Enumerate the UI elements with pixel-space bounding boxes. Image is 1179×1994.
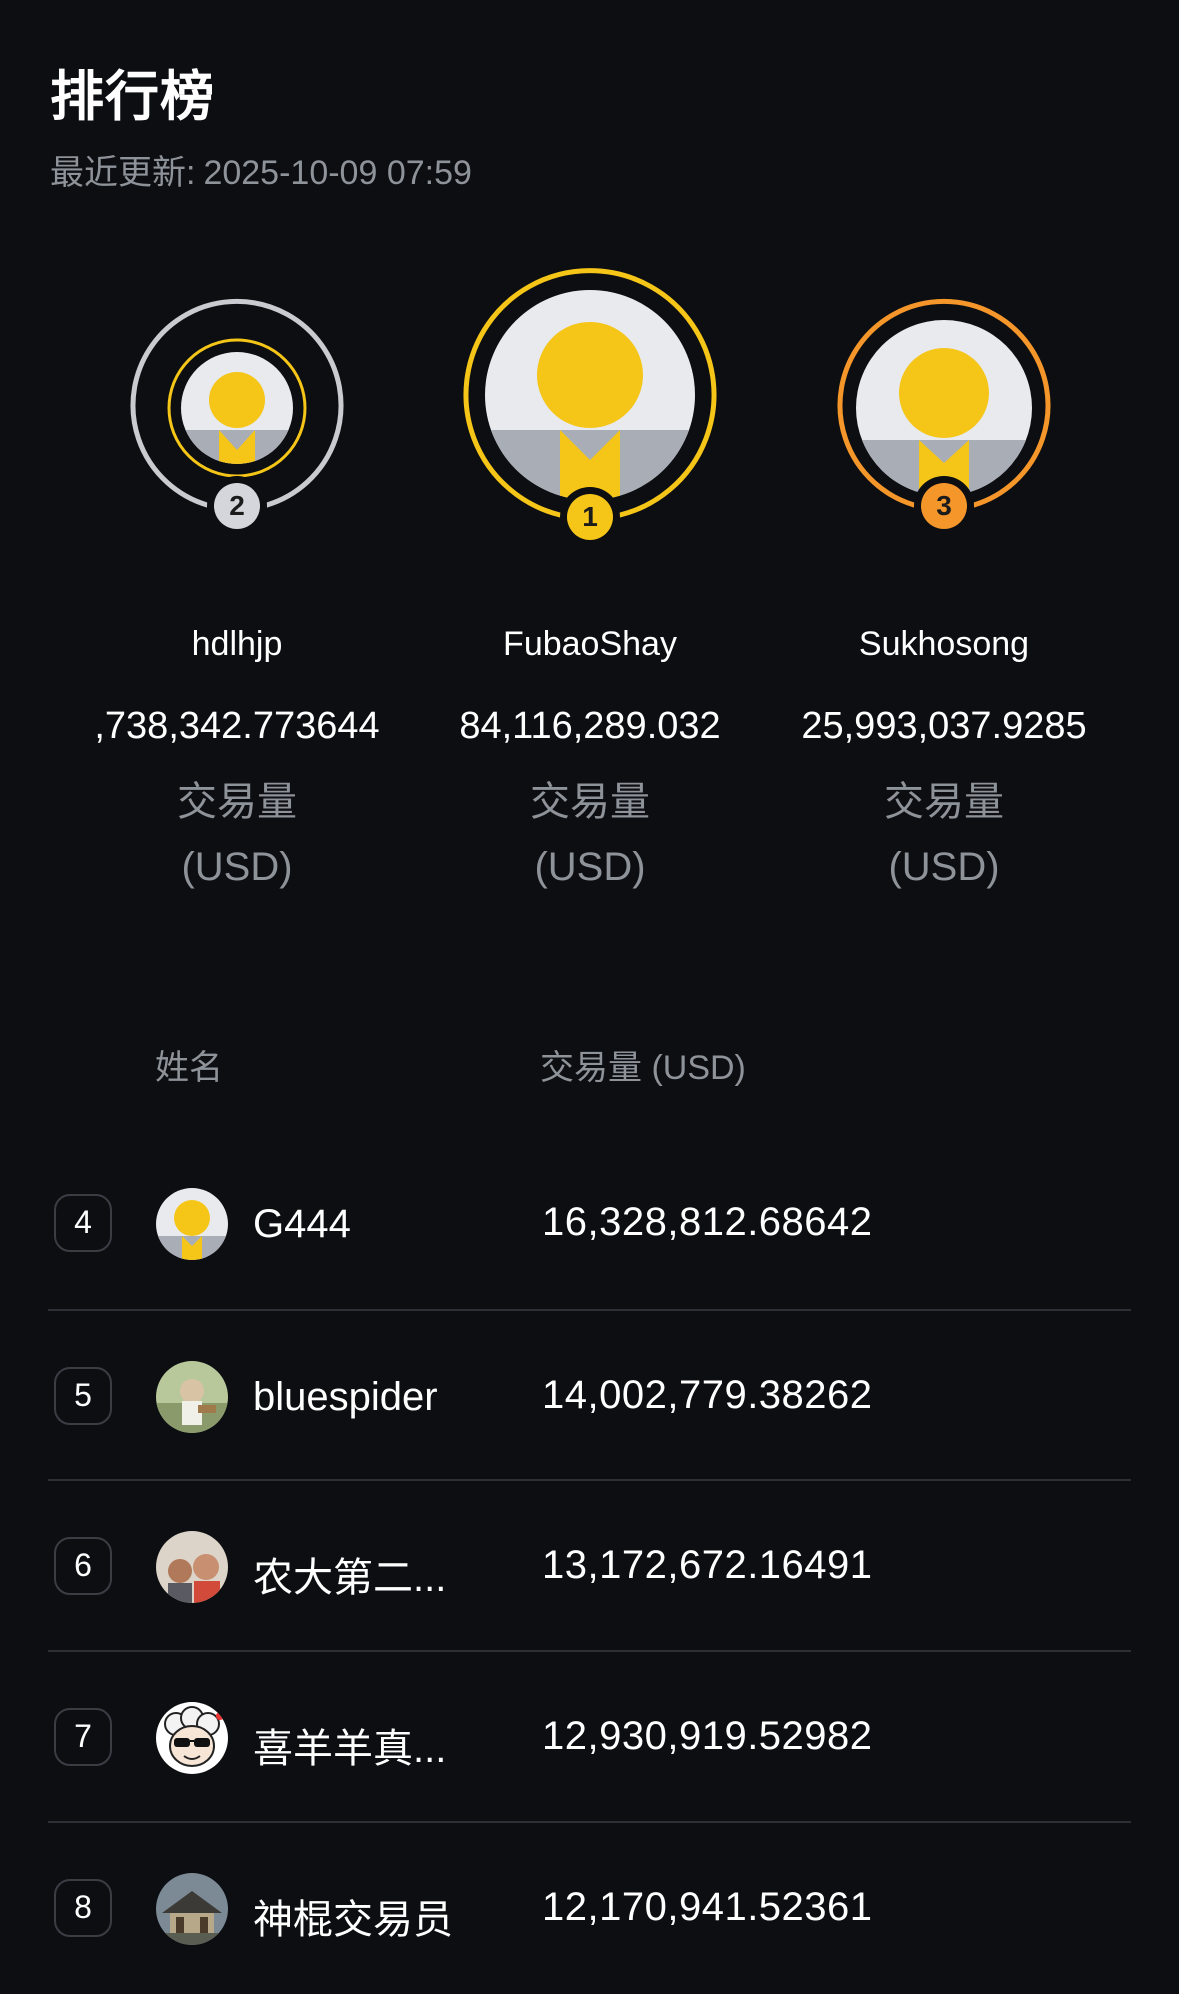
- user-volume: 12,930,919.52982: [542, 1713, 873, 1758]
- podium-volume: ,738,342.773644: [94, 705, 380, 747]
- user-volume: 16,328,812.68642: [542, 1199, 873, 1244]
- user-avatar: [156, 1530, 228, 1603]
- cartoon-sheep-avatar-icon: [156, 1701, 228, 1774]
- last-updated-time: 2025-10-09 07:59: [203, 154, 472, 192]
- rank-number: 4: [54, 1193, 112, 1252]
- user-name: G444: [253, 1201, 351, 1246]
- podium-rank-2[interactable]: 2 hdlhjp ,738,342.773644 交易量 (USD): [72, 260, 402, 889]
- rank-number: 8: [54, 1878, 112, 1937]
- user-name: 神棍交易员: [253, 1897, 453, 1942]
- user-avatar: [156, 1187, 228, 1260]
- user-volume: 14,002,779.38262: [542, 1372, 873, 1417]
- podium-volume-label: 交易量 (USD): [530, 780, 650, 889]
- podium-rank-3[interactable]: 3 Sukhosong 25,993,037.9285 交易量 (USD): [779, 260, 1109, 889]
- podium-volume-label: 交易量 (USD): [884, 780, 1004, 889]
- podium-volume-label: 交易量 (USD): [177, 780, 297, 889]
- default-avatar-icon: [156, 1187, 228, 1260]
- user-avatar: [156, 1360, 228, 1433]
- podium-name: hdlhjp: [191, 625, 283, 663]
- leaderboard-row[interactable]: 7 喜羊羊真... 12,930,919.52982: [48, 1652, 1131, 1823]
- user-name: 喜羊羊真...: [253, 1726, 447, 1771]
- rank-badge: 3: [914, 476, 974, 536]
- leaderboard-row[interactable]: 4 G444 16,328,812.68642: [48, 1138, 1131, 1309]
- user-avatar: [156, 1872, 228, 1945]
- last-updated-label: 最近更新:: [50, 154, 196, 192]
- rank-number: 5: [54, 1366, 112, 1425]
- user-avatar: [156, 1701, 228, 1774]
- podium-name: Sukhosong: [858, 625, 1030, 663]
- column-header-volume: 交易量 (USD): [540, 1049, 746, 1087]
- user-name: bluespider: [253, 1374, 438, 1419]
- rank-number: 7: [54, 1707, 112, 1766]
- podium-volume: 25,993,037.9285: [801, 705, 1087, 747]
- user-name: 农大第二...: [253, 1555, 447, 1600]
- column-header-name: 姓名: [155, 1049, 223, 1087]
- photo-avatar-icon: [156, 1530, 228, 1603]
- default-avatar-icon: [485, 290, 695, 500]
- photo-avatar-icon: [156, 1360, 228, 1433]
- default-avatar-icon: [856, 320, 1032, 496]
- user-volume: 13,172,672.16491: [542, 1542, 873, 1587]
- user-volume: 12,170,941.52361: [542, 1884, 873, 1929]
- rank-badge: 2: [207, 476, 267, 536]
- photo-avatar-icon: [156, 1872, 228, 1945]
- podium-name: FubaoShay: [503, 625, 677, 663]
- leaderboard-row[interactable]: 6 农大第二... 13,172,672.16491: [48, 1481, 1131, 1652]
- leaderboard-row[interactable]: 8 神棍交易员 12,170,941.52361: [48, 1823, 1131, 1994]
- rank-number: 6: [54, 1536, 112, 1595]
- rank-badge: 1: [560, 487, 620, 547]
- podium-volume: 84,116,289.032: [459, 705, 721, 747]
- page-title: 排行榜: [50, 67, 215, 127]
- podium-rank-1[interactable]: 1 FubaoShay 84,116,289.032 交易量 (USD): [425, 260, 755, 889]
- last-updated: 最近更新: 2025-10-09 07:59: [50, 145, 472, 194]
- leaderboard-row[interactable]: 5 bluespider 14,002,779.38262: [48, 1311, 1131, 1482]
- default-avatar-icon: [167, 338, 307, 478]
